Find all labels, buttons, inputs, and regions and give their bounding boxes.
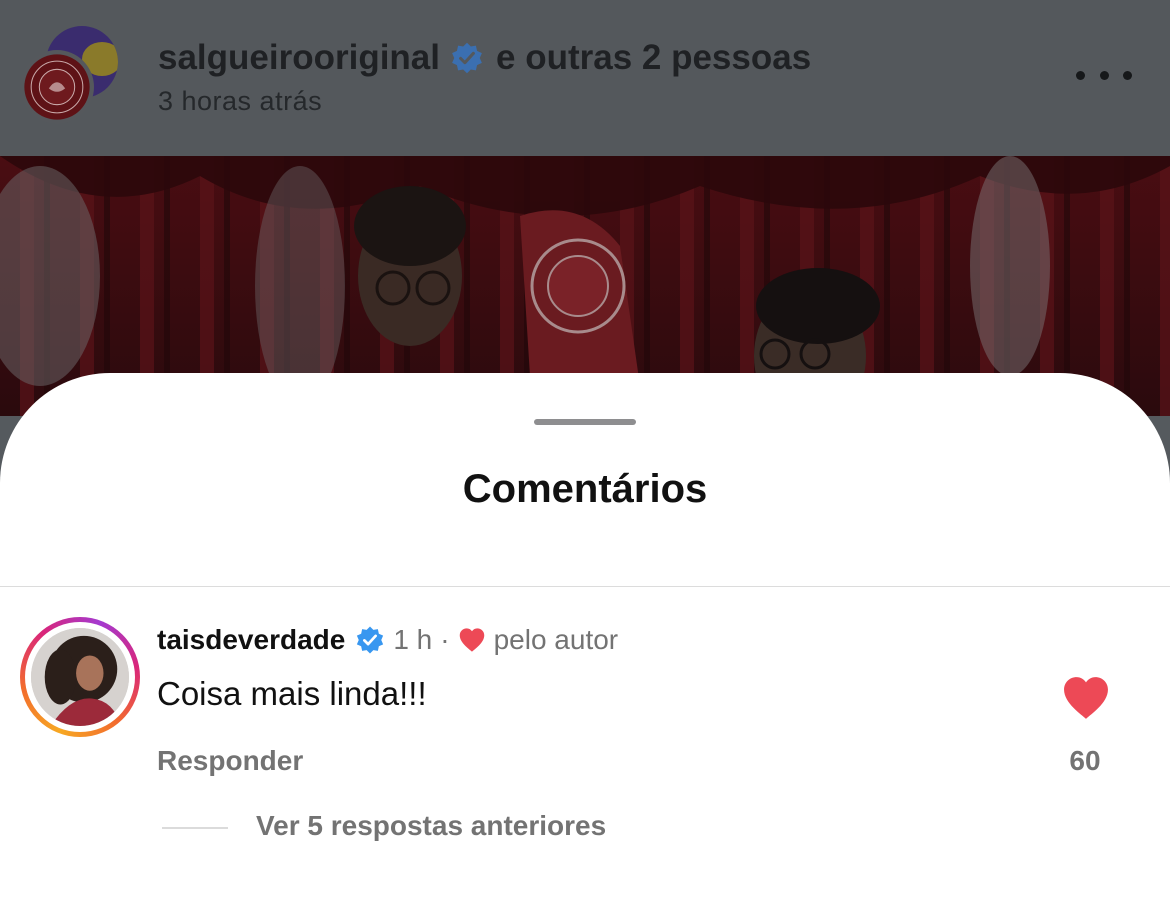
sheet-title: Comentários — [462, 467, 708, 511]
separator-dot: · — [440, 624, 450, 655]
post-time: 3 horas atrás — [158, 86, 323, 116]
comments-sheet: Comentários taisdeverdade 1 h · pelo aut… — [0, 373, 1170, 903]
verified-badge-icon — [355, 625, 385, 655]
salgueiro-avatar — [20, 50, 94, 124]
post-authors[interactable]: salgueirooriginal e outras 2 pessoas — [158, 38, 811, 78]
heart-filled-icon — [1064, 677, 1108, 719]
drag-handle[interactable] — [534, 419, 636, 425]
collab-avatars[interactable] — [20, 26, 120, 126]
others-text[interactable]: e outras 2 pessoas — [496, 38, 811, 78]
verified-badge-icon — [450, 41, 484, 75]
post-header: salgueirooriginal e outras 2 pessoas 3 h… — [0, 0, 1170, 156]
liked-by-author-label: pelo autor — [493, 624, 619, 655]
thread-line — [162, 827, 228, 829]
more-options-button[interactable] — [1076, 60, 1132, 90]
like-count[interactable]: 60 — [1040, 745, 1130, 777]
comment-meta: taisdeverdade 1 h · pelo autor — [157, 624, 618, 656]
more-horizontal-icon — [1076, 70, 1085, 80]
comment-time: 1 h — [393, 624, 433, 655]
reply-button[interactable]: Responder — [157, 745, 303, 777]
divider — [0, 586, 1170, 587]
author-username[interactable]: salgueirooriginal — [158, 38, 440, 78]
like-button[interactable] — [1060, 675, 1112, 721]
liked-by-author-heart-icon — [458, 627, 486, 653]
commenter-avatar[interactable] — [20, 617, 140, 737]
comment-username[interactable]: taisdeverdade — [157, 624, 345, 656]
comment-text: Coisa mais linda!!! — [157, 675, 427, 712]
view-replies-button[interactable]: Ver 5 respostas anteriores — [256, 810, 606, 842]
